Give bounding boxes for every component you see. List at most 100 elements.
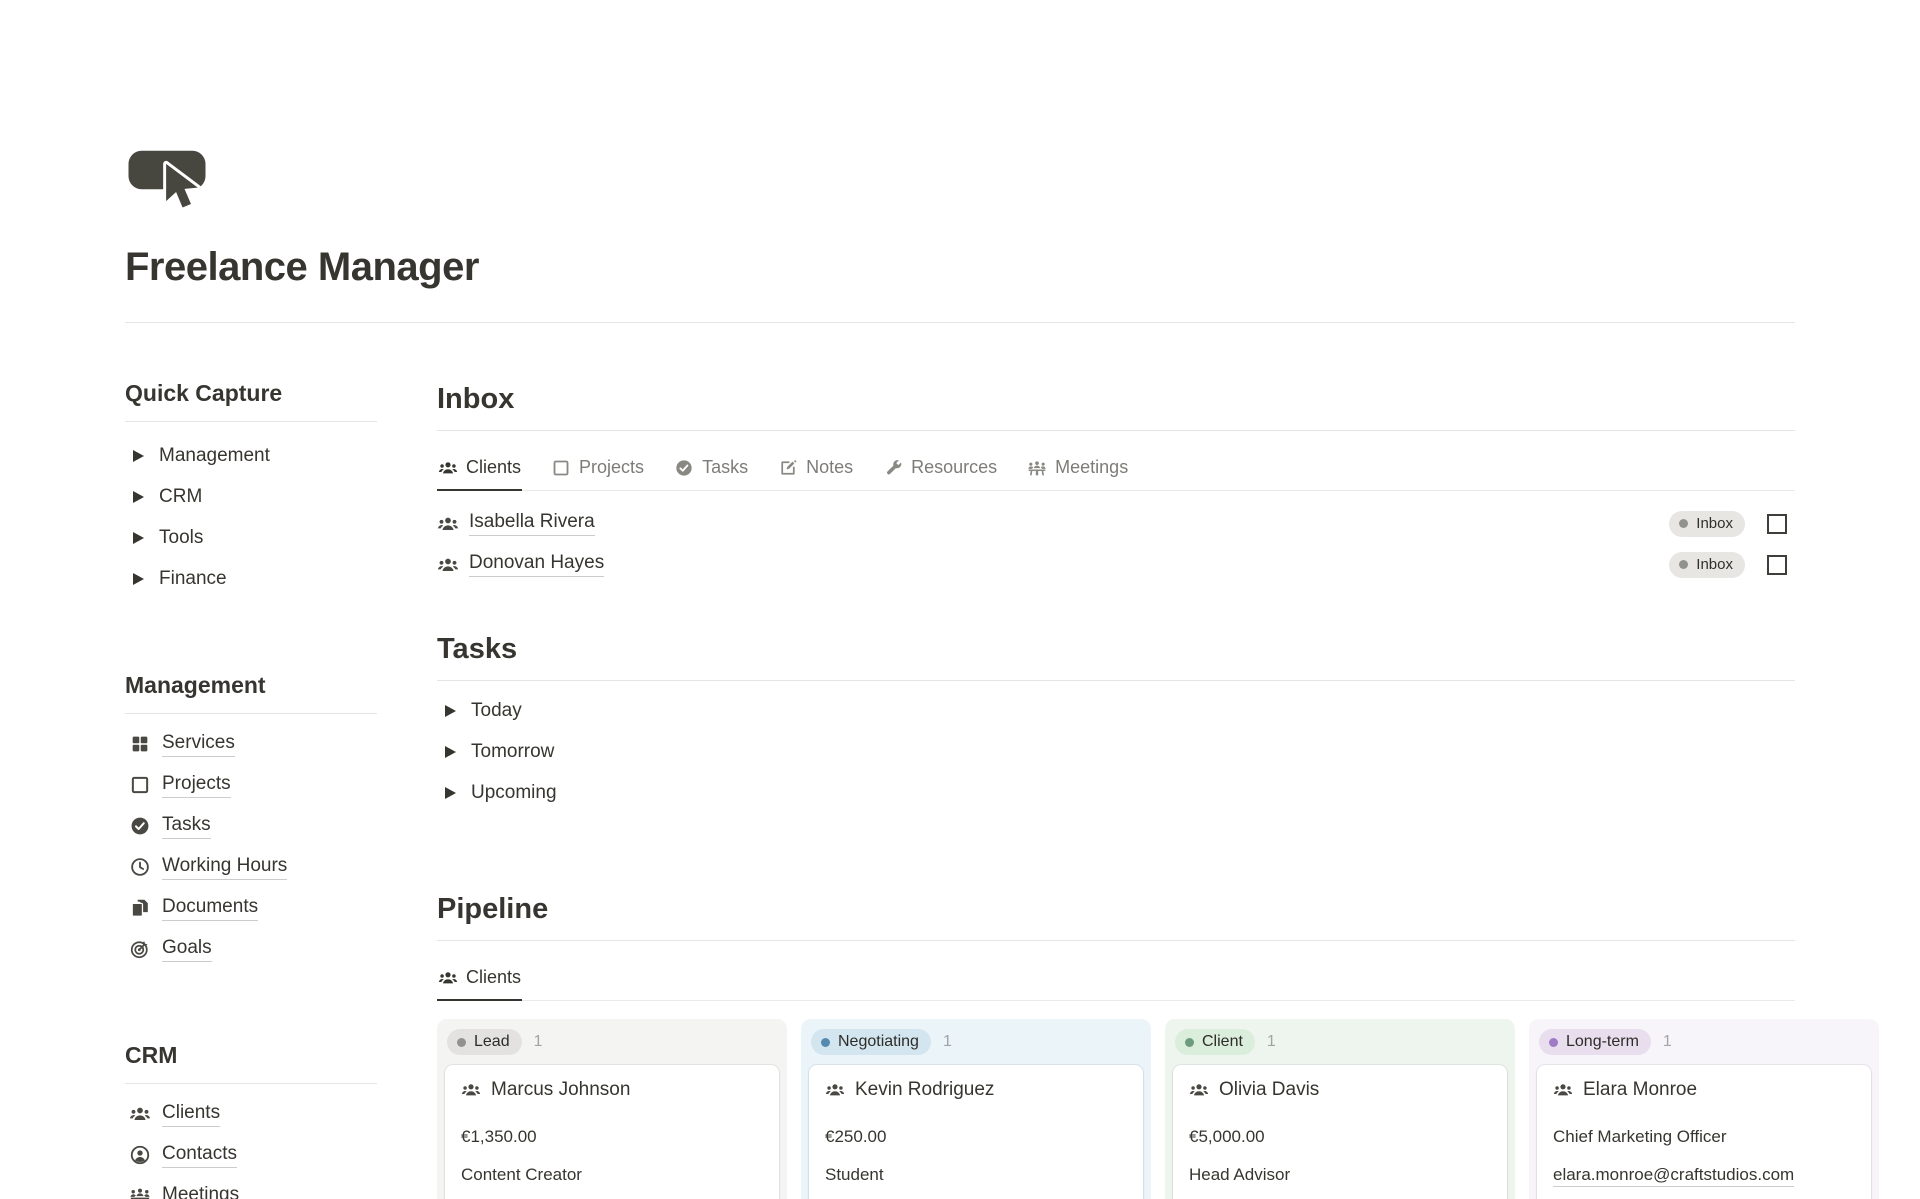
tab-label: Clients [466,457,521,478]
note-icon [778,458,798,478]
toggle-item-finance[interactable]: Finance [125,565,377,593]
sidebar-item-label: Goals [162,937,212,962]
tab-projects[interactable]: Projects [550,445,645,490]
status-badge[interactable]: Inbox [1669,552,1745,578]
pipeline-card-kevin-rodriguez[interactable]: Kevin Rodriguez €250.00 Student [809,1065,1143,1199]
column-count: 1 [1267,1033,1276,1051]
status-pill-negotiating[interactable]: Negotiating [811,1029,931,1055]
toggle-label: Finance [159,568,227,590]
sidebar-item-documents[interactable]: Documents [125,894,377,922]
client-page-link[interactable]: Donovan Hayes [469,552,604,577]
column-count: 1 [943,1033,952,1051]
wrench-icon [883,458,903,478]
sidebar-divider [125,1083,377,1084]
square-icon [129,774,151,796]
toggle-item-today[interactable]: Today [437,697,1795,725]
section-divider [437,680,1795,681]
tab-notes[interactable]: Notes [777,445,854,490]
sidebar-section-management: Management Services Projects Tasks [125,671,377,963]
contact-icon [129,1144,151,1166]
row-checkbox[interactable] [1767,555,1787,575]
status-dot-icon [1679,560,1688,569]
tab-pipeline-clients[interactable]: Clients [437,955,522,1000]
card-email-link[interactable]: elara.monroe@craftstudios.com [1553,1165,1794,1187]
toggle-item-crm[interactable]: CRM [125,483,377,511]
card-description: Content Creator [461,1165,763,1185]
target-icon [129,938,151,960]
status-badge-label: Inbox [1696,515,1733,532]
toggle-item-tomorrow[interactable]: Tomorrow [437,738,1795,766]
sidebar-item-contacts[interactable]: Contacts [125,1141,377,1169]
card-client-name: Marcus Johnson [491,1079,630,1101]
tab-tasks[interactable]: Tasks [673,445,749,490]
pipeline-board: Lead 1 Marcus Johnson €1,350.00 Content … [437,1019,1795,1199]
inbox-heading: Inbox [437,383,1795,416]
sidebar-item-meetings[interactable]: Meetings [125,1182,377,1199]
toggle-item-tools[interactable]: Tools [125,524,377,552]
section-divider [437,430,1795,431]
sidebar-section-title: Management [125,671,377,699]
tab-label: Notes [806,457,853,478]
section-divider [437,940,1795,941]
toggle-triangle-icon [445,705,456,717]
sidebar-item-tasks[interactable]: Tasks [125,812,377,840]
sidebar-item-goals[interactable]: Goals [125,935,377,963]
sidebar-section-crm: CRM Clients Contacts Meetings [125,1041,377,1199]
sidebar-item-label: Services [162,732,235,757]
main-content: Inbox Clients Projects Tasks [437,323,1795,1199]
toggle-triangle-icon [133,532,144,544]
page-title: Freelance Manager [125,244,1795,290]
pipeline-section: Pipeline Clients Lead [437,893,1795,1199]
documents-icon [129,897,151,919]
inbox-row-isabella-rivera: Isabella Rivera Inbox [437,503,1795,544]
toggle-triangle-icon [445,746,456,758]
tasks-heading: Tasks [437,633,1795,666]
tab-label: Projects [579,457,644,478]
tab-meetings[interactable]: Meetings [1026,445,1129,490]
toggle-label: Tomorrow [471,741,554,763]
sidebar-section-quick-capture: Quick Capture Management CRM Tools [125,379,377,593]
check-circle-icon [129,815,151,837]
card-description: Head Advisor [1189,1165,1491,1185]
toggle-label: Tools [159,527,203,549]
status-badge[interactable]: Inbox [1669,511,1745,537]
card-client-name: Elara Monroe [1583,1079,1697,1101]
status-pill-long-term[interactable]: Long-term [1539,1029,1651,1055]
people-icon [437,554,459,576]
grid-icon [129,733,151,755]
status-pill-lead[interactable]: Lead [447,1029,522,1055]
sidebar-item-label: Documents [162,896,258,921]
tab-resources[interactable]: Resources [882,445,998,490]
card-amount: €5,000.00 [1189,1127,1491,1147]
sidebar-item-working-hours[interactable]: Working Hours [125,853,377,881]
toggle-triangle-icon [133,491,144,503]
people-icon [461,1080,481,1100]
status-pill-client[interactable]: Client [1175,1029,1255,1055]
status-pill-label: Client [1202,1033,1243,1051]
cursor-click-icon[interactable] [125,140,209,214]
row-checkbox[interactable] [1767,514,1787,534]
clock-icon [129,856,151,878]
people-icon [438,458,458,478]
people-icon [438,968,458,988]
meeting-icon [129,1185,151,1199]
pipeline-card-olivia-davis[interactable]: Olivia Davis €5,000.00 Head Advisor [1173,1065,1507,1199]
sidebar-item-label: Working Hours [162,855,287,880]
column-count: 1 [534,1033,543,1051]
sidebar-item-clients[interactable]: Clients [125,1100,377,1128]
tasks-section: Tasks Today Tomorrow Upcoming [437,633,1795,807]
client-page-link[interactable]: Isabella Rivera [469,511,595,536]
toggle-item-upcoming[interactable]: Upcoming [437,779,1795,807]
toggle-label: Management [159,445,270,467]
sidebar-item-services[interactable]: Services [125,730,377,758]
pipeline-card-elara-monroe[interactable]: Elara Monroe Chief Marketing Officer ela… [1537,1065,1871,1199]
toggle-item-management[interactable]: Management [125,442,377,470]
tab-label: Resources [911,457,997,478]
tab-clients[interactable]: Clients [437,445,522,490]
people-icon [1189,1080,1209,1100]
status-dot-icon [1549,1038,1558,1047]
pipeline-card-marcus-johnson[interactable]: Marcus Johnson €1,350.00 Content Creator [445,1065,779,1199]
inbox-row-donovan-hayes: Donovan Hayes Inbox [437,544,1795,585]
sidebar-item-label: Tasks [162,814,211,839]
sidebar-item-projects[interactable]: Projects [125,771,377,799]
